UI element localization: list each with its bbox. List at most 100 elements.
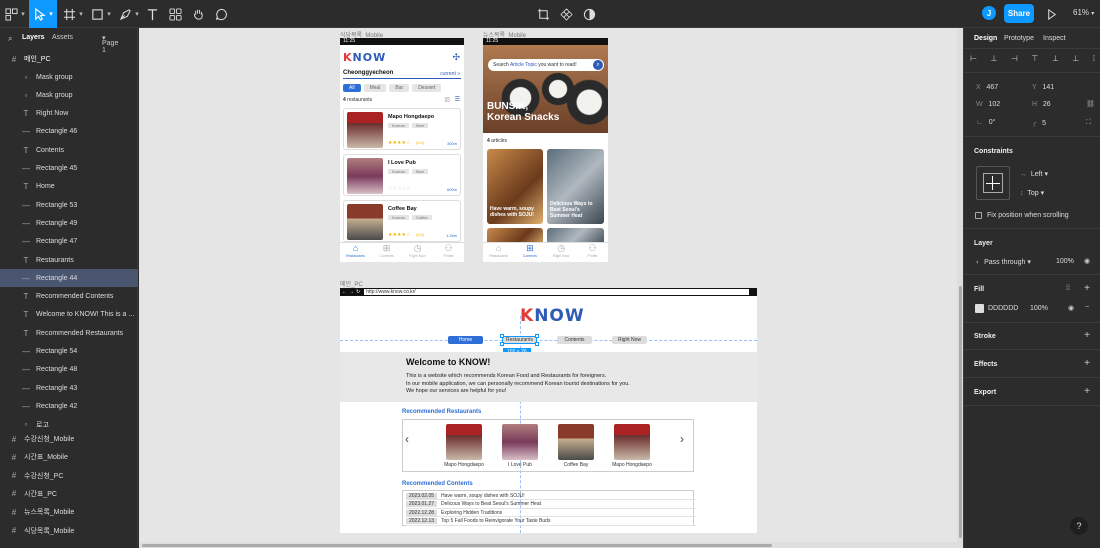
align-h-center-icon[interactable]: ⊥ [990, 54, 997, 64]
fill-color-swatch[interactable] [975, 304, 984, 313]
news-row[interactable]: 2023.02.05 Have warm, soupy dishes with S… [406, 492, 696, 500]
tab-inspect[interactable]: Inspect [1043, 35, 1066, 42]
distribute-icon[interactable]: ⁞ [1093, 54, 1095, 64]
component-icon[interactable] [558, 0, 574, 28]
layer-row[interactable]: T Right Now [0, 105, 138, 123]
vertical-constraint-select[interactable]: ↕ Top ▾ [1020, 189, 1044, 197]
x-field[interactable]: X 467 [976, 84, 998, 91]
list-view-icon[interactable]: ☰ [455, 96, 460, 103]
article-search-input[interactable]: Search Article Topic you want to read! [488, 59, 604, 71]
layer-row[interactable]: — Rectangle 42 [0, 397, 138, 415]
resize-handle[interactable] [535, 334, 539, 338]
tab-layers[interactable]: Layers [22, 34, 45, 41]
carousel-next-icon[interactable]: › [680, 432, 684, 446]
article-card[interactable]: Delicious Ways to Beat Seoul's Summer He… [547, 149, 604, 224]
layer-row[interactable]: T Contents [0, 141, 138, 159]
add-fill-icon[interactable]: + [1084, 283, 1090, 294]
text-tool-icon[interactable] [144, 0, 160, 28]
align-right-icon[interactable]: ⊣ [1011, 54, 1018, 64]
resize-handle[interactable] [535, 342, 539, 346]
add-stroke-icon[interactable]: + [1084, 330, 1090, 341]
nav-contents-button[interactable]: Contents [557, 336, 592, 344]
article-card[interactable]: Have warm, soupy dishes with SOJU! [487, 149, 543, 224]
fill-visibility-icon[interactable]: ◉ [1068, 304, 1074, 312]
share-button[interactable]: Share [1004, 4, 1034, 23]
horizontal-constraint-select[interactable]: ↔ Left ▾ [1020, 170, 1048, 178]
restaurant-card[interactable]: I Love Pub Korean Beer ☆☆☆☆☆ 600m [343, 154, 461, 196]
carousel-prev-icon[interactable]: ‹ [405, 432, 409, 446]
layer-root-frame[interactable]: # 메인_PC [0, 50, 138, 68]
layer-row[interactable]: — Rectangle 43 [0, 379, 138, 397]
tab-bar-item[interactable]: ◷ Right Now [546, 243, 577, 262]
fill-hex-field[interactable]: DDDDDD [988, 305, 1018, 312]
resize-handle[interactable] [500, 342, 504, 346]
restaurant-card[interactable]: Mapo Hongdaepo [612, 424, 652, 468]
align-bottom-icon[interactable]: ⊥ [1072, 54, 1079, 64]
tab-design[interactable]: Design [974, 35, 997, 42]
visibility-eye-icon[interactable]: ◉ [1084, 257, 1090, 265]
filter-chip[interactable]: Dessert [412, 84, 442, 92]
design-canvas[interactable]: 식당목록_Mobile 11:25 KNOW ✣ Cheonggyecheon … [139, 28, 963, 548]
map-view-icon[interactable]: ▥ [444, 96, 450, 103]
horizontal-scrollbar[interactable] [139, 542, 963, 548]
filter-chip[interactable]: All [343, 84, 361, 92]
frame-tool-icon[interactable]: ▾ [60, 0, 86, 28]
layer-row[interactable]: — Rectangle 46 [0, 123, 138, 141]
tab-prototype[interactable]: Prototype [1004, 35, 1034, 42]
tab-bar-item[interactable]: ⌂ Restaurants [483, 243, 514, 262]
align-left-icon[interactable]: ⊢ [970, 54, 977, 64]
nav-right-now-button[interactable]: Right Now [612, 336, 647, 344]
layer-row[interactable]: ▫ Mask group [0, 86, 138, 104]
search-icon[interactable]: ⌕ [593, 60, 603, 70]
frame-row[interactable]: # 수강신청_Mobile [0, 430, 138, 448]
move-tool-icon[interactable]: ▾ [29, 0, 57, 28]
frame-row[interactable]: # 시간표_PC [0, 485, 138, 503]
news-row[interactable]: 2022.12.13 Top 5 Fall Foods to Reinvigora… [406, 518, 696, 526]
current-location-link[interactable]: current » [440, 71, 460, 77]
layer-row[interactable]: T Home [0, 178, 138, 196]
comment-tool-icon[interactable] [212, 0, 230, 28]
align-v-center-icon[interactable]: ⊥ [1052, 54, 1059, 64]
frame-row[interactable]: # 수강신청_PC [0, 467, 138, 485]
restaurant-card[interactable]: Mapo Hongdaepo Korean Beer ★★★★☆ (4.0) 300m [343, 108, 461, 150]
hand-tool-icon[interactable] [189, 0, 207, 28]
news-row[interactable]: 2023.01.27 Delicous Ways to Beat Seoul's … [406, 501, 696, 509]
frame-row[interactable]: # 뉴스목록_Mobile [0, 503, 138, 521]
add-export-icon[interactable]: + [1084, 386, 1090, 397]
fill-opacity-field[interactable]: 100% [1030, 305, 1048, 312]
contrast-icon[interactable] [581, 0, 597, 28]
tab-assets[interactable]: Assets [52, 34, 73, 41]
align-top-icon[interactable]: ⊤ [1031, 54, 1038, 64]
layer-row[interactable]: — Rectangle 45 [0, 160, 138, 178]
frame-row[interactable]: # 시간표_Mobile [0, 448, 138, 466]
add-effect-icon[interactable]: + [1084, 358, 1090, 369]
tab-bar-item[interactable]: ⊞ Contents [514, 243, 545, 262]
layer-row[interactable]: — Rectangle 53 [0, 196, 138, 214]
tab-bar-item[interactable]: ⊞ Contents [371, 243, 402, 262]
layer-row[interactable]: T Welcome to KNOW! This is a ... [0, 306, 138, 324]
layer-row[interactable]: — Rectangle 44 [0, 269, 138, 288]
fix-position-checkbox[interactable] [975, 212, 982, 219]
user-avatar[interactable]: J [982, 6, 996, 20]
news-mobile-frame[interactable]: 11:25 Search Article Topic you want to r… [483, 38, 608, 262]
nav-home-button[interactable]: Home [448, 336, 483, 344]
frame-label-main-pc[interactable]: 메인_PC [340, 279, 363, 288]
restaurant-card[interactable]: Coffee Bay Korean Coffee ★★★★☆ (3.0) 1.2km [343, 200, 461, 242]
constrain-proportions-icon[interactable]: ⛓ [1086, 100, 1095, 108]
resize-handle[interactable] [500, 334, 504, 338]
help-button[interactable]: ? [1070, 517, 1088, 535]
forward-icon[interactable]: → [349, 289, 354, 295]
independent-corners-icon[interactable]: ⛶ [1086, 119, 1091, 127]
map-icon[interactable]: ✣ [452, 52, 460, 63]
layer-row[interactable]: — Rectangle 54 [0, 343, 138, 361]
nav-restaurants-button[interactable]: Restaurants [502, 336, 537, 344]
tab-bar-item[interactable]: ⚇ Profile [433, 243, 464, 262]
layer-row[interactable]: T Recommended Contents [0, 288, 138, 306]
filter-chip[interactable]: Bar [389, 84, 410, 92]
refresh-icon[interactable]: ↻ [356, 289, 360, 295]
main-menu-icon[interactable]: ▾ [4, 0, 26, 28]
corner-radius-field[interactable]: ╭ 5 [1032, 119, 1046, 127]
layer-row[interactable]: — Rectangle 47 [0, 233, 138, 251]
frame-row[interactable]: # 식당목록_Mobile [0, 522, 138, 540]
search-icon[interactable]: ⌕ [8, 34, 12, 44]
